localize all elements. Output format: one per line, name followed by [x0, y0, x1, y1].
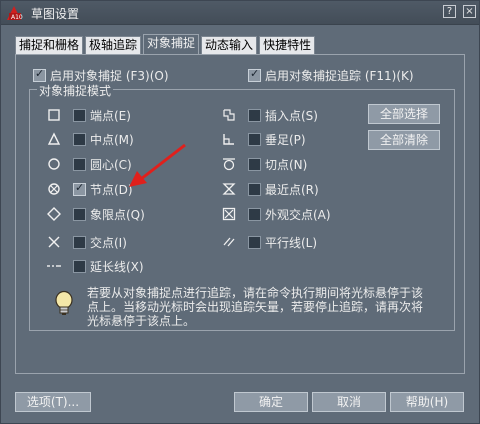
snap-node[interactable]: 节点(D) [45, 181, 133, 197]
square-marker-icon [45, 107, 63, 123]
red-annotation-arrow-icon [129, 143, 186, 187]
snap-extension-checkbox[interactable] [73, 259, 86, 273]
perpendicular-marker-icon [220, 131, 238, 147]
otrack-on-option[interactable]: 启用对象捕捉追踪 (F11)(K) [248, 67, 414, 84]
snap-apparent-intersection-checkbox[interactable] [248, 207, 261, 221]
snap-tangent[interactable]: 切点(N) [220, 156, 307, 172]
snap-quadrant-label: 象限点(Q) [90, 207, 145, 222]
autocad-app-icon: A10 [7, 6, 23, 21]
snap-quadrant[interactable]: 象限点(Q) [45, 206, 145, 222]
snap-extension-label: 延长线(X) [90, 259, 144, 274]
snap-nearest-label: 最近点(R) [265, 182, 319, 197]
tangent-marker-icon [220, 156, 238, 172]
clear-all-button[interactable]: 全部清除 [368, 130, 440, 150]
ok-button[interactable]: 确定 [234, 392, 308, 412]
triangle-marker-icon [45, 131, 63, 147]
tracking-hint-text: 若要从对象捕捉点进行追踪，请在命令执行期间将光标悬停于该点上。当移动光标时会出现… [87, 286, 424, 328]
node-marker-icon [45, 181, 63, 197]
snap-insertion[interactable]: 插入点(S) [220, 107, 318, 123]
snap-insertion-checkbox[interactable] [248, 108, 261, 122]
snap-perpendicular[interactable]: 垂足(P) [220, 131, 306, 147]
otrack-on-label: 启用对象捕捉追踪 (F11)(K) [265, 69, 414, 83]
snap-endpoint[interactable]: 端点(E) [45, 107, 131, 123]
osnap-on-checkbox[interactable] [33, 67, 46, 82]
title-bar[interactable]: A10 草图设置 ? × [1, 1, 479, 25]
snap-insertion-label: 插入点(S) [265, 108, 318, 123]
window-title: 草图设置 [31, 7, 80, 21]
tab-dynamic-input[interactable]: 动态输入 [201, 36, 258, 54]
snap-tangent-label: 切点(N) [265, 157, 308, 172]
snap-modes-title: 对象捕捉模式 [37, 82, 114, 99]
insert-marker-icon [220, 107, 238, 123]
snap-perpendicular-label: 垂足(P) [265, 132, 306, 147]
snap-quadrant-checkbox[interactable] [73, 207, 86, 221]
snap-extension[interactable]: 延长线(X) [45, 258, 144, 274]
snap-parallel-checkbox[interactable] [248, 235, 261, 249]
lightbulb-icon [55, 290, 73, 315]
snap-intersection-label: 交点(I) [90, 235, 127, 250]
snap-midpoint-checkbox[interactable] [73, 132, 86, 146]
snap-nearest[interactable]: 最近点(R) [220, 181, 319, 197]
tab-strip: 捕捉和栅格 极轴追踪 对象捕捉 动态输入 快捷特性 [15, 34, 317, 54]
tab-quick-properties[interactable]: 快捷特性 [259, 36, 316, 54]
snap-center[interactable]: 圆心(C) [45, 156, 132, 172]
snap-intersection[interactable]: 交点(I) [45, 234, 127, 250]
snap-parallel[interactable]: 平行线(L) [220, 234, 317, 250]
cross-marker-icon [45, 234, 63, 250]
app-badge-text: A10 [11, 14, 23, 21]
snap-apparent-intersection-label: 外观交点(A) [265, 207, 331, 222]
circle-marker-icon [45, 156, 63, 172]
select-all-button[interactable]: 全部选择 [368, 104, 440, 124]
drafting-settings-dialog: A10 草图设置 ? × 捕捉和栅格 极轴追踪 对象捕捉 动态输入 快捷特性 启… [0, 0, 480, 424]
snap-endpoint-checkbox[interactable] [73, 108, 86, 122]
snap-nearest-checkbox[interactable] [248, 182, 261, 196]
snap-intersection-checkbox[interactable] [73, 235, 86, 249]
snap-apparent-intersection[interactable]: 外观交点(A) [220, 206, 331, 222]
apparent-intersection-marker-icon [220, 206, 238, 222]
otrack-on-checkbox[interactable] [248, 67, 261, 82]
tab-snap-grid[interactable]: 捕捉和栅格 [15, 36, 84, 54]
snap-perpendicular-checkbox[interactable] [248, 132, 261, 146]
options-button[interactable]: 选项(T)... [15, 392, 91, 412]
help-button[interactable]: 帮助(H) [390, 392, 464, 412]
tab-polar-tracking[interactable]: 极轴追踪 [85, 36, 142, 54]
nearest-marker-icon [220, 181, 238, 197]
snap-node-checkbox[interactable] [73, 181, 86, 196]
close-icon[interactable]: × [463, 5, 476, 18]
snap-center-checkbox[interactable] [73, 157, 86, 171]
snap-tangent-checkbox[interactable] [248, 157, 261, 171]
snap-endpoint-label: 端点(E) [90, 108, 131, 123]
parallel-marker-icon [220, 234, 238, 250]
cancel-button[interactable]: 取消 [312, 392, 386, 412]
diamond-marker-icon [45, 206, 63, 222]
extension-marker-icon [45, 258, 63, 274]
tab-object-snap[interactable]: 对象捕捉 [143, 34, 200, 54]
help-icon[interactable]: ? [443, 5, 456, 18]
snap-parallel-label: 平行线(L) [265, 235, 318, 250]
